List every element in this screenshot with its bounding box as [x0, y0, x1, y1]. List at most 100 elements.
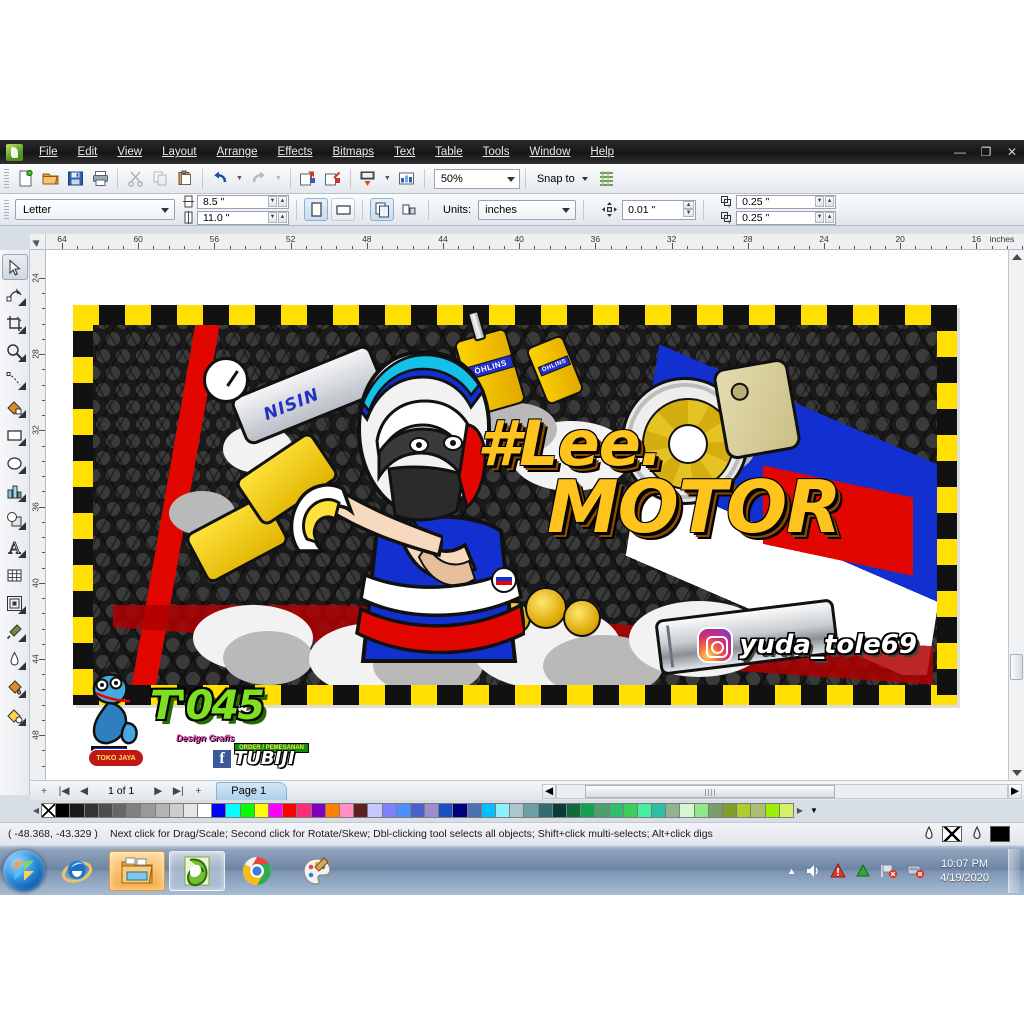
export-icon[interactable]	[321, 167, 345, 190]
menu-text[interactable]: Text	[384, 143, 425, 161]
palette-expand-icon[interactable]: ▼	[806, 803, 822, 818]
spin-up-icon[interactable]: ▲	[825, 212, 835, 223]
menu-bitmaps[interactable]: Bitmaps	[322, 143, 384, 161]
file-explorer-icon[interactable]	[109, 850, 165, 891]
network-disconnected-icon[interactable]	[880, 863, 898, 879]
palette-swatch[interactable]	[83, 803, 99, 818]
blend-tool-icon[interactable]	[2, 590, 28, 616]
flyout-arrow-icon[interactable]	[17, 354, 26, 362]
palette-swatch[interactable]	[594, 803, 610, 818]
palette-swatch[interactable]	[253, 803, 269, 818]
print-document-icon[interactable]	[88, 167, 112, 190]
palette-swatch[interactable]	[338, 803, 355, 818]
volume-icon[interactable]	[805, 863, 821, 879]
palette-swatch[interactable]	[395, 803, 411, 818]
landscape-orientation-icon[interactable]	[331, 198, 355, 221]
palette-swatch[interactable]	[452, 803, 468, 818]
palette-swatch[interactable]	[736, 803, 752, 818]
duplicate-y-spinner[interactable]: ▼ ▲	[815, 212, 835, 224]
rectangle-tool-icon[interactable]	[2, 422, 28, 448]
toolbar-grip[interactable]	[4, 168, 9, 189]
flyout-arrow-icon[interactable]	[17, 298, 26, 306]
spin-down-icon[interactable]: ▼	[815, 212, 825, 223]
spin-up-icon[interactable]: ▲	[825, 196, 835, 207]
add-page-before-button[interactable]: +	[36, 783, 52, 799]
windows-start-orb-icon[interactable]	[3, 849, 45, 892]
menu-layout[interactable]: Layout	[152, 143, 207, 161]
scroll-left-icon[interactable]: ◀	[542, 783, 556, 799]
drawing-canvas[interactable]: NISIN ÖHLINS ÖHLINS #Lee. MOTOR yuda_tol…	[46, 250, 1008, 780]
coreldraw-icon[interactable]	[169, 850, 225, 891]
spin-up-icon[interactable]: ▲	[278, 196, 287, 207]
next-page-button[interactable]: ▶	[150, 783, 166, 799]
freehand-tool-icon[interactable]	[2, 366, 28, 392]
zoom-level-combobox[interactable]: 50%	[433, 168, 520, 189]
palette-swatch[interactable]	[211, 803, 227, 818]
palette-swatch[interactable]	[580, 803, 596, 818]
palette-swatch[interactable]	[722, 803, 738, 818]
palette-swatch[interactable]	[140, 803, 156, 818]
flyout-arrow-icon[interactable]	[17, 662, 26, 670]
palette-scroll-right-icon[interactable]: ▶	[794, 803, 806, 818]
page-height-input[interactable]: 11.0 " ▼ ▲	[197, 210, 289, 225]
table-tool-icon[interactable]	[2, 562, 28, 588]
palette-swatch[interactable]	[381, 803, 397, 818]
flyout-arrow-icon[interactable]	[17, 382, 26, 390]
flyout-arrow-icon[interactable]	[17, 634, 26, 642]
palette-swatch[interactable]	[693, 803, 709, 818]
pick-tool-icon[interactable]	[1, 254, 28, 280]
flyout-arrow-icon[interactable]	[17, 550, 26, 558]
scroll-up-icon[interactable]	[1012, 254, 1022, 260]
palette-swatch[interactable]	[707, 803, 723, 818]
palette-swatch[interactable]	[565, 803, 582, 818]
vertical-scrollbar[interactable]	[1008, 250, 1024, 780]
palette-swatch[interactable]	[665, 803, 681, 818]
menu-file[interactable]: File	[29, 143, 68, 161]
all-pages-icon[interactable]	[370, 198, 394, 221]
palette-swatch[interactable]	[97, 803, 113, 818]
palette-swatch[interactable]	[764, 803, 780, 818]
flyout-arrow-icon[interactable]	[17, 718, 26, 726]
units-combobox[interactable]: inches	[478, 199, 577, 220]
basic-shapes-tool-icon[interactable]	[2, 506, 28, 532]
publish-dropdown-arrow-icon[interactable]: ▼	[381, 175, 394, 182]
propertybar-grip[interactable]	[4, 199, 9, 220]
palette-swatch[interactable]	[126, 803, 142, 818]
palette-swatch[interactable]	[409, 803, 426, 818]
polygon-tool-icon[interactable]	[2, 478, 28, 504]
palette-swatch[interactable]	[282, 803, 298, 818]
flyout-arrow-icon[interactable]	[17, 410, 26, 418]
palette-swatch[interactable]	[551, 803, 567, 818]
palette-swatch[interactable]	[608, 803, 624, 818]
spin-up-icon[interactable]: ▲	[683, 200, 695, 209]
scroll-right-icon[interactable]: ▶	[1008, 783, 1022, 799]
palette-swatch[interactable]	[239, 803, 255, 818]
menu-edit[interactable]: Edit	[68, 143, 108, 161]
palette-swatch[interactable]	[750, 803, 766, 818]
smart-fill-tool-icon[interactable]	[2, 394, 28, 420]
flyout-arrow-icon[interactable]	[17, 522, 26, 530]
palette-swatch[interactable]	[622, 803, 638, 818]
palette-swatch[interactable]	[537, 803, 553, 818]
spin-up-icon[interactable]: ▲	[278, 212, 287, 223]
vertical-ruler[interactable]: 24 28 32 36 40 44 48	[30, 250, 46, 780]
palette-swatch[interactable]	[466, 803, 482, 818]
removable-media-icon[interactable]	[907, 863, 925, 879]
palette-swatch[interactable]	[268, 803, 284, 818]
spin-down-icon[interactable]: ▼	[268, 212, 277, 223]
menu-table[interactable]: Table	[425, 143, 473, 161]
import-icon[interactable]	[296, 167, 320, 190]
publish-pdf-icon[interactable]	[356, 167, 380, 190]
interactive-fill-tool-icon[interactable]	[2, 702, 28, 728]
palette-swatch[interactable]	[182, 803, 199, 818]
palette-swatch[interactable]	[111, 803, 128, 818]
previous-page-button[interactable]: ◀	[76, 783, 92, 799]
palette-swatch[interactable]	[509, 803, 525, 818]
palette-swatch[interactable]	[679, 803, 695, 818]
spin-down-icon[interactable]: ▼	[683, 208, 695, 217]
fill-color-swatch[interactable]	[942, 826, 962, 842]
paper-type-combobox[interactable]: Letter	[15, 199, 175, 220]
show-desktop-button[interactable]	[1008, 848, 1020, 893]
application-launcher-icon[interactable]	[395, 167, 419, 190]
banner-artwork[interactable]: NISIN ÖHLINS ÖHLINS #Lee. MOTOR yuda_tol…	[73, 305, 957, 705]
